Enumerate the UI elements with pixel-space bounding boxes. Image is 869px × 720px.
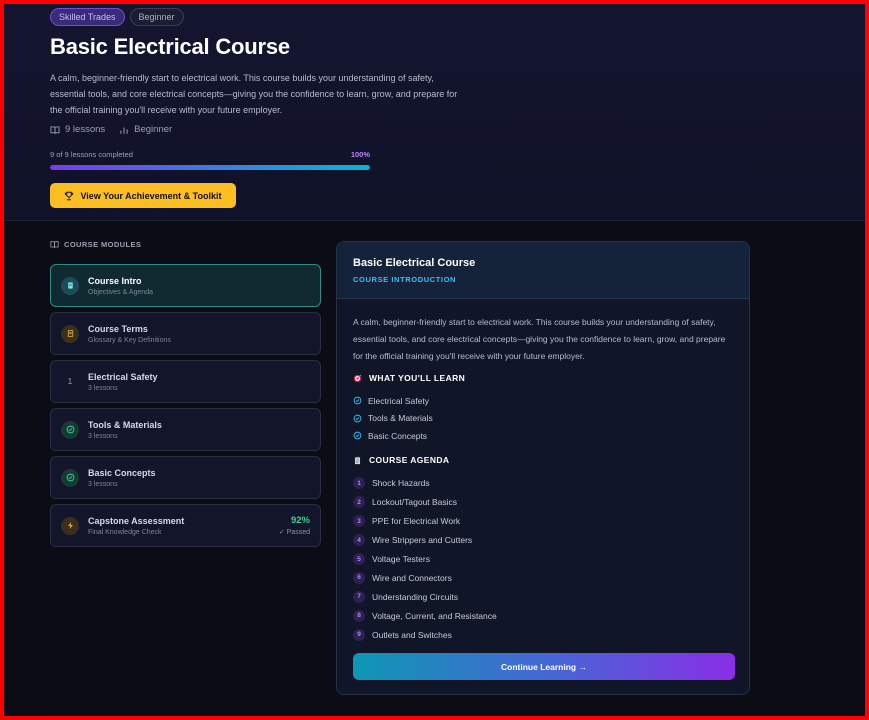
course-detail-card: Basic Electrical Course COURSE INTRODUCT… bbox=[336, 241, 750, 695]
agenda-number: 2 bbox=[353, 496, 365, 509]
agenda-number: 4 bbox=[353, 534, 365, 547]
page-title: Basic Electrical Course bbox=[50, 34, 290, 59]
module-electrical-safety[interactable]: 1 Electrical Safety 3 lessons bbox=[50, 360, 321, 403]
progress-bar bbox=[50, 165, 370, 170]
module-capstone-assessment[interactable]: Capstone Assessment Final Knowledge Chec… bbox=[50, 504, 321, 547]
agenda-item: 1 Shock Hazards bbox=[353, 474, 497, 493]
module-title: Electrical Safety bbox=[88, 371, 158, 382]
check-circle-icon bbox=[353, 414, 362, 423]
lessons-meta: 9 lessons bbox=[50, 124, 105, 135]
list-item: Electrical Safety bbox=[353, 392, 433, 410]
card-title: Basic Electrical Course bbox=[353, 257, 476, 269]
progress-percent: 100% bbox=[350, 150, 370, 159]
agenda-item: 4 Wire Strippers and Cutters bbox=[353, 531, 497, 550]
course-meta: 9 lessons Beginner bbox=[50, 124, 172, 135]
learn-heading: WHAT YOU'LL LEARN bbox=[353, 373, 465, 383]
card-subtitle: COURSE INTRODUCTION bbox=[353, 275, 457, 284]
check-circle-icon bbox=[353, 396, 362, 405]
agenda-label: Wire and Connectors bbox=[372, 572, 452, 583]
agenda-number: 7 bbox=[353, 590, 365, 603]
module-course-intro[interactable]: Course Intro Objectives & Agenda bbox=[50, 264, 321, 307]
tag-category[interactable]: Skilled Trades bbox=[50, 8, 125, 26]
view-achievement-button[interactable]: View Your Achievement & Toolkit bbox=[50, 183, 236, 208]
course-description: A calm, beginner-friendly start to elect… bbox=[50, 73, 458, 115]
list-item: Tools & Materials bbox=[353, 410, 433, 428]
module-basic-concepts[interactable]: Basic Concepts 3 lessons bbox=[50, 456, 321, 499]
agenda-item: 8 Voltage, Current, and Resistance bbox=[353, 606, 497, 625]
card-description: A calm, beginner-friendly start to elect… bbox=[353, 317, 726, 361]
tag-level[interactable]: Beginner bbox=[129, 8, 184, 26]
book-icon bbox=[50, 125, 60, 134]
agenda-heading-label: COURSE AGENDA bbox=[369, 455, 450, 465]
progress-label: 9 of 9 lessons completed 100% bbox=[50, 150, 370, 159]
modules-heading-label: COURSE MODULES bbox=[64, 240, 142, 249]
module-tools-materials[interactable]: Tools & Materials 3 lessons bbox=[50, 408, 321, 451]
module-title: Tools & Materials bbox=[88, 419, 162, 430]
lessons-count: 9 lessons bbox=[65, 124, 106, 135]
card-header: Basic Electrical Course COURSE INTRODUCT… bbox=[337, 242, 749, 299]
modules-heading: COURSE MODULES bbox=[50, 240, 141, 249]
module-subtitle: 3 lessons bbox=[88, 432, 118, 440]
progress-text: 9 of 9 lessons completed bbox=[50, 150, 133, 159]
module-title: Course Terms bbox=[88, 323, 148, 334]
module-title: Capstone Assessment bbox=[88, 515, 185, 526]
view-achievement-label: View Your Achievement & Toolkit bbox=[80, 190, 222, 201]
level-label: Beginner bbox=[134, 124, 173, 135]
agenda-heading: COURSE AGENDA bbox=[353, 455, 449, 465]
agenda-number: 9 bbox=[353, 628, 365, 641]
module-subtitle: Glossary & Key Definitions bbox=[88, 336, 171, 344]
bolt-icon bbox=[61, 516, 79, 535]
module-subtitle: 3 lessons bbox=[88, 384, 118, 392]
clipboard-icon bbox=[354, 456, 361, 464]
agenda-label: Shock Hazards bbox=[372, 478, 430, 489]
agenda-number: 1 bbox=[353, 477, 365, 490]
progress-fill bbox=[50, 165, 370, 170]
agenda-item: 2 Lockout/Tagout Basics bbox=[353, 493, 497, 512]
module-subtitle: Objectives & Agenda bbox=[88, 288, 153, 296]
list-item: Basic Concepts bbox=[353, 427, 433, 445]
agenda-item: 5 Voltage Testers bbox=[353, 550, 497, 569]
check-circle-icon bbox=[61, 468, 79, 487]
target-icon bbox=[353, 374, 362, 382]
agenda-number: 6 bbox=[353, 571, 365, 584]
check-circle-icon bbox=[61, 420, 79, 439]
course-hero: Skilled Trades Beginner Basic Electrical… bbox=[0, 0, 869, 221]
assessment-score: 92% ✓ Passed bbox=[279, 515, 310, 536]
agenda-item: 7 Understanding Circuits bbox=[353, 587, 497, 606]
module-course-terms[interactable]: Course Terms Glossary & Key Definitions bbox=[50, 312, 321, 355]
module-number: 1 bbox=[67, 377, 73, 386]
agenda-label: PPE for Electrical Work bbox=[372, 516, 461, 527]
level-meta: Beginner bbox=[119, 124, 172, 135]
module-list: Course Intro Objectives & Agenda Course … bbox=[50, 264, 321, 552]
module-subtitle: Final Knowledge Check bbox=[88, 528, 162, 536]
agenda-number: 3 bbox=[353, 515, 365, 528]
agenda-item: 3 PPE for Electrical Work bbox=[353, 512, 497, 531]
agenda-label: Understanding Circuits bbox=[372, 591, 458, 602]
learn-list: Electrical Safety Tools & Materials Basi… bbox=[353, 392, 433, 445]
module-title: Course Intro bbox=[88, 275, 142, 286]
continue-learning-button[interactable]: Continue Learning → bbox=[353, 653, 735, 680]
agenda-number: 5 bbox=[353, 553, 365, 565]
bar-chart-icon bbox=[120, 127, 128, 134]
agenda-number: 8 bbox=[353, 609, 365, 622]
book-open-icon bbox=[50, 241, 59, 248]
learn-heading-label: WHAT YOU'LL LEARN bbox=[369, 373, 466, 383]
agenda-label: Voltage Testers bbox=[372, 554, 430, 564]
check-circle-icon bbox=[353, 431, 362, 440]
book-icon bbox=[61, 276, 79, 295]
agenda-label: Lockout/Tagout Basics bbox=[372, 497, 458, 508]
trophy-icon bbox=[65, 191, 74, 200]
agenda-item: 9 Outlets and Switches bbox=[353, 625, 497, 644]
module-title: Basic Concepts bbox=[88, 467, 156, 478]
score-value: 92% bbox=[290, 515, 310, 526]
agenda-label: Voltage, Current, and Resistance bbox=[372, 610, 497, 621]
score-status: ✓ Passed bbox=[278, 529, 310, 536]
agenda-item: 6 Wire and Connectors bbox=[353, 568, 497, 587]
agenda-label: Wire Strippers and Cutters bbox=[372, 535, 473, 546]
agenda-list: 1 Shock Hazards 2 Lockout/Tagout Basics 3 PPE… bbox=[353, 474, 497, 644]
tag-list: Skilled Trades Beginner bbox=[50, 8, 184, 26]
glossary-icon bbox=[61, 324, 79, 343]
agenda-label: Outlets and Switches bbox=[372, 629, 452, 640]
module-subtitle: 3 lessons bbox=[88, 480, 118, 488]
